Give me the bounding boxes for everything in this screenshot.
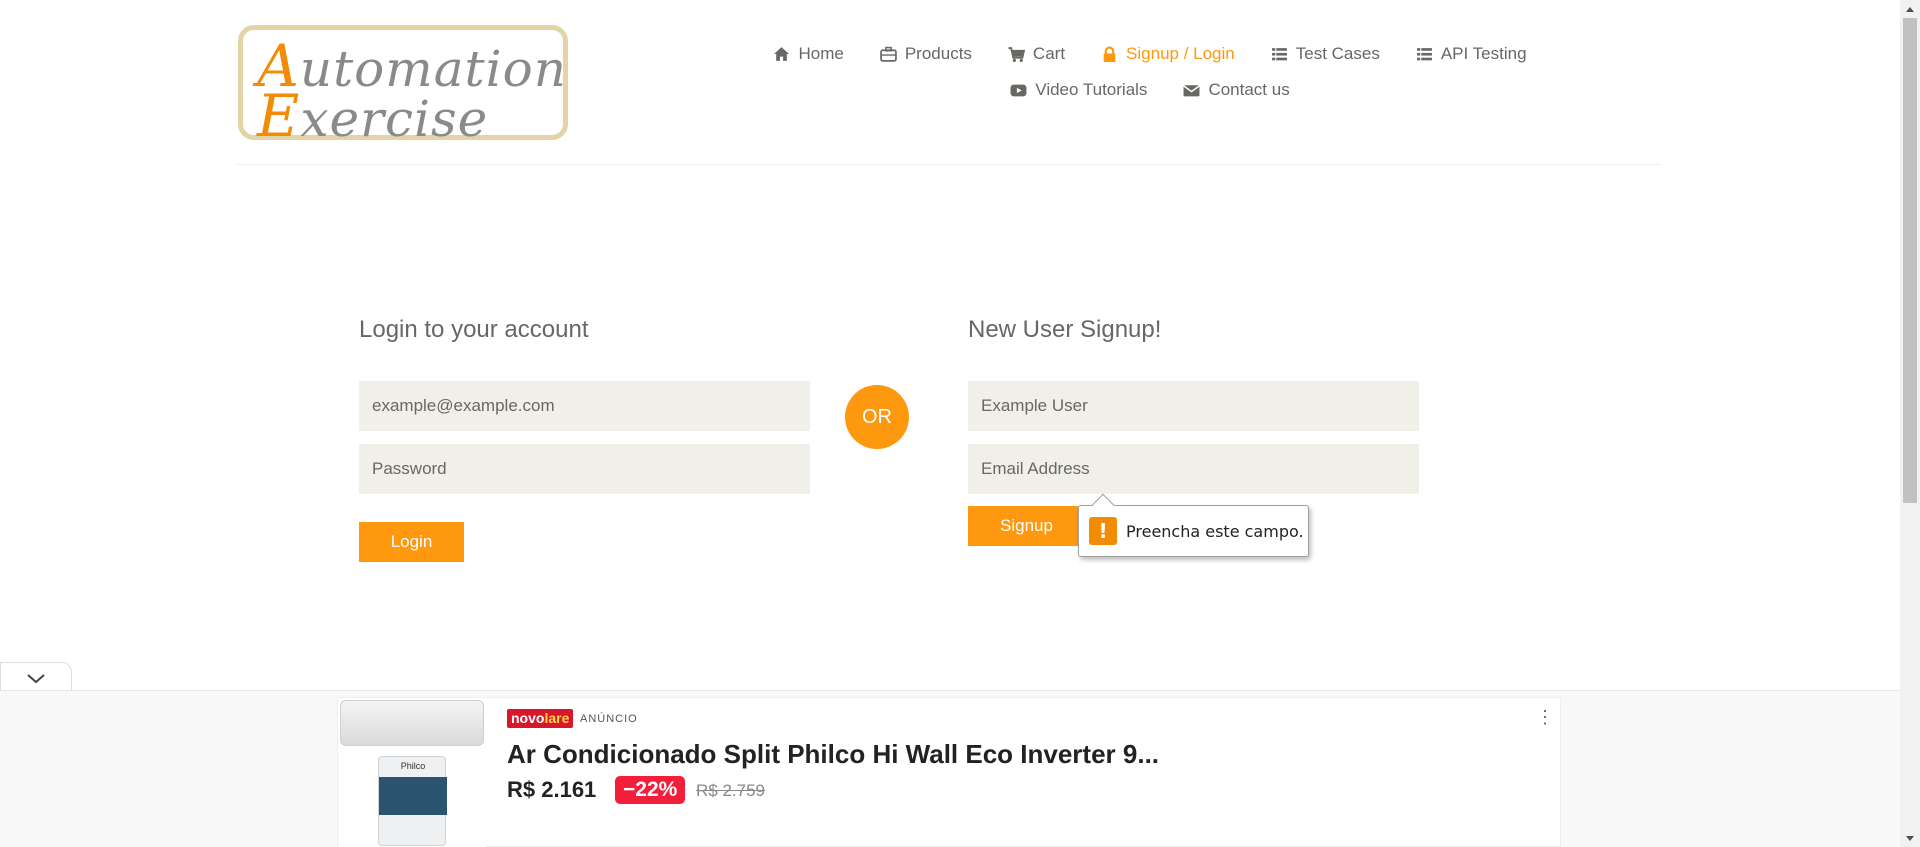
main-nav: Home Products Cart Signup / Login Test C… xyxy=(740,36,1560,108)
nav-products-label: Products xyxy=(904,44,972,63)
list-icon xyxy=(1271,47,1287,60)
nav-products[interactable]: Products xyxy=(880,44,972,64)
ad-brand-part-b: lare xyxy=(544,710,570,726)
tooltip-text: Preencha este campo. xyxy=(1126,521,1304,541)
nav-home-label: Home xyxy=(798,44,844,63)
nav-api-testing-label: API Testing xyxy=(1440,44,1527,63)
login-title: Login to your account xyxy=(359,316,589,343)
cart-icon xyxy=(1008,46,1025,62)
or-badge: OR xyxy=(845,385,909,449)
nav-video-tutorials-label: Video Tutorials xyxy=(1035,80,1148,99)
warning-icon: ! xyxy=(1089,517,1117,545)
ad-more-options-icon[interactable]: ⋮ xyxy=(1536,707,1554,728)
logo-line-2: Exercise xyxy=(257,82,488,150)
logo-cap-e: E xyxy=(257,82,301,150)
scroll-down-arrow-icon[interactable] xyxy=(1900,830,1920,847)
nav-row-2: Video Tutorials Contact us xyxy=(740,72,1560,108)
ad-product-image[interactable]: Philco xyxy=(338,698,486,847)
login-email-input[interactable] xyxy=(359,381,810,431)
ad-brand-part-a: novo xyxy=(511,710,545,726)
nav-video-tutorials[interactable]: Video Tutorials xyxy=(1010,80,1147,100)
login-password-input[interactable] xyxy=(359,444,810,494)
validation-tooltip: ! Preencha este campo. xyxy=(1078,493,1309,557)
signup-email-input[interactable] xyxy=(968,444,1419,494)
scrollbar-thumb[interactable] xyxy=(1903,18,1917,503)
logo-text-2: xercise xyxy=(300,90,489,148)
nav-contact-us[interactable]: Contact us xyxy=(1183,80,1290,100)
ac-outdoor-unit-image: Philco xyxy=(378,756,447,846)
youtube-play-icon xyxy=(1010,84,1027,96)
nav-test-cases[interactable]: Test Cases xyxy=(1271,44,1380,64)
signup-name-input[interactable] xyxy=(968,381,1419,431)
home-icon xyxy=(774,46,790,61)
header-divider xyxy=(236,164,1662,165)
signup-title: New User Signup! xyxy=(968,316,1162,343)
nav-contact-us-label: Contact us xyxy=(1208,80,1290,99)
scroll-up-arrow-icon[interactable] xyxy=(1900,0,1920,17)
nav-cart[interactable]: Cart xyxy=(1008,44,1065,64)
login-button[interactable]: Login xyxy=(359,522,464,562)
ad-discount-badge: −22% xyxy=(615,776,686,804)
nav-cart-label: Cart xyxy=(1032,44,1066,63)
tooltip-arrow xyxy=(1091,493,1115,517)
page-scrollbar[interactable] xyxy=(1900,0,1920,847)
ad-title[interactable]: Ar Condicionado Split Philco Hi Wall Eco… xyxy=(507,739,1159,770)
ac-indoor-unit-image xyxy=(340,700,484,746)
ac-outdoor-band xyxy=(379,777,447,815)
site-logo[interactable]: Automation Exercise xyxy=(238,25,568,150)
ad-old-price: R$ 2.759 xyxy=(696,781,765,800)
ad-product-brand: Philco xyxy=(400,761,426,771)
chevron-down-icon xyxy=(27,673,45,683)
ad-brand-logo: novolare xyxy=(507,709,574,728)
ad-label: ANÚNCIO xyxy=(580,713,638,725)
nav-home[interactable]: Home xyxy=(773,44,844,64)
nav-api-testing[interactable]: API Testing xyxy=(1416,44,1527,64)
nav-signup-login-label: Signup / Login xyxy=(1126,44,1235,63)
lock-icon xyxy=(1103,46,1116,62)
briefcase-icon xyxy=(880,46,897,62)
signup-button[interactable]: Signup xyxy=(968,506,1085,546)
list-icon xyxy=(1416,47,1432,60)
nav-test-cases-label: Test Cases xyxy=(1295,44,1380,63)
envelope-icon xyxy=(1183,84,1201,96)
nav-row-1: Home Products Cart Signup / Login Test C… xyxy=(740,36,1560,72)
ad-price: R$ 2.161 xyxy=(507,777,597,802)
nav-signup-login[interactable]: Signup / Login xyxy=(1101,44,1235,64)
